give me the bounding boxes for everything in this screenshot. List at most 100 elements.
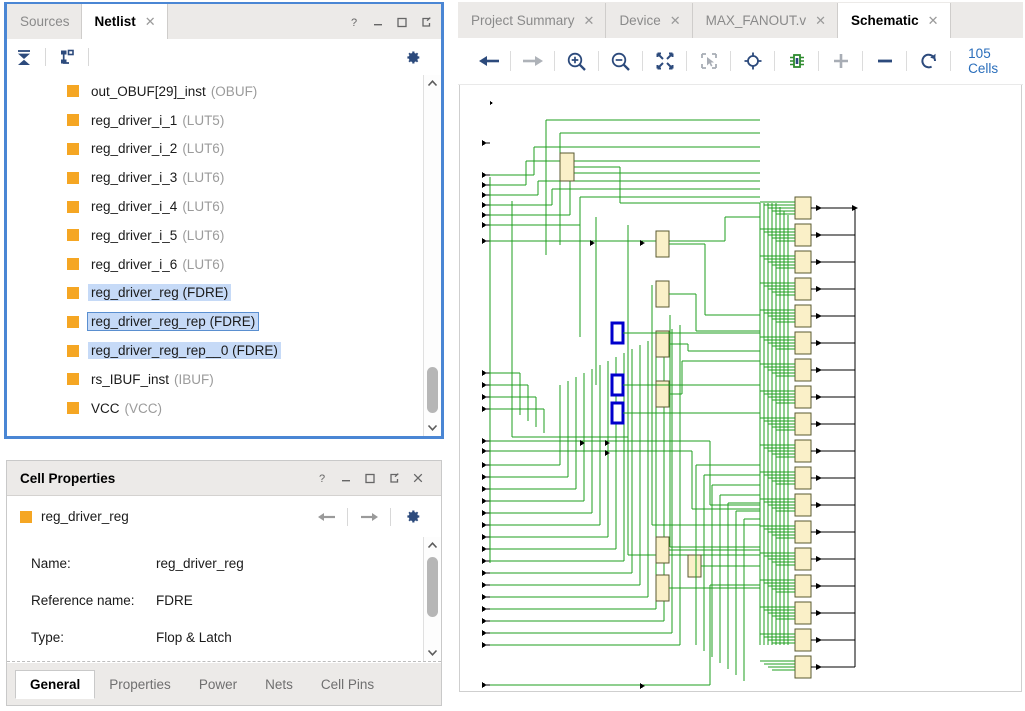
maximize-icon[interactable]	[363, 472, 376, 485]
netlist-tree[interactable]: out_OBUF[29]_inst (OBUF) reg_driver_i_1 (L…	[7, 75, 441, 436]
tab-max-fanout-v[interactable]: MAX_FANOUT.v ✕	[692, 3, 839, 38]
list-item-name: VCC	[91, 400, 120, 416]
list-item-name: rs_IBUF_inst	[91, 371, 170, 387]
list-item-ref: (LUT6)	[182, 227, 225, 243]
scroll-up-icon[interactable]	[424, 537, 441, 554]
add-cells-icon[interactable]	[824, 45, 857, 77]
netlist-window-buttons: ?	[347, 4, 441, 39]
list-item-selected[interactable]: reg_driver_reg_rep__0 (FDRE)	[7, 336, 423, 365]
tab-schematic-label: Schematic	[851, 13, 919, 28]
close-icon[interactable]: ✕	[145, 14, 156, 30]
help-icon[interactable]: ?	[315, 472, 328, 485]
tab-project-summary[interactable]: Project Summary ✕	[458, 3, 607, 38]
netlist-panel: Sources Netlist ✕ ? out_OBUF[29]_inst (O…	[4, 2, 444, 439]
list-item[interactable]: reg_driver_i_4 (LUT6)	[7, 192, 423, 221]
close-icon[interactable]: ✕	[584, 13, 595, 29]
schematic-tabbar-filler	[950, 3, 1023, 38]
expand-cell-icon[interactable]	[780, 45, 813, 77]
scroll-thumb[interactable]	[427, 557, 438, 617]
maximize-icon[interactable]	[395, 15, 408, 28]
list-item-selected[interactable]: reg_driver_reg (FDRE)	[7, 279, 423, 308]
list-item[interactable]: reg_driver_i_3 (LUT6)	[7, 163, 423, 192]
list-item-ref: (IBUF)	[174, 371, 214, 387]
forward-arrow-icon[interactable]	[352, 502, 386, 532]
schematic-canvas[interactable]	[459, 85, 1022, 692]
cell-icon	[67, 258, 79, 271]
cell-properties-header: reg_driver_reg	[7, 496, 441, 538]
cell-icon	[20, 510, 32, 523]
toolbar-separator	[730, 51, 732, 71]
nav-separator-2	[390, 507, 391, 526]
scroll-up-icon[interactable]	[424, 75, 441, 92]
scroll-down-icon[interactable]	[424, 419, 441, 436]
tab-max-fanout-v-label: MAX_FANOUT.v	[705, 13, 807, 28]
list-item-selected-focused[interactable]: reg_driver_reg_rep (FDRE)	[7, 307, 423, 336]
list-item-name: reg_driver_i_6	[91, 256, 178, 272]
tab-power[interactable]: Power	[185, 671, 251, 698]
tab-netlist[interactable]: Netlist ✕	[81, 4, 168, 39]
page-title: Cell Properties	[20, 470, 116, 486]
zoom-in-icon[interactable]	[560, 45, 593, 77]
cell-icon	[67, 142, 79, 155]
zoom-out-icon[interactable]	[604, 45, 637, 77]
toolbar-separator	[686, 51, 688, 71]
scroll-down-icon[interactable]	[424, 644, 441, 661]
tab-general[interactable]: General	[15, 669, 96, 699]
forward-arrow-icon[interactable]	[516, 45, 549, 77]
list-item-ref: (OBUF)	[210, 83, 258, 99]
zoom-fit-icon[interactable]	[648, 45, 681, 77]
list-item[interactable]: VCC (VCC)	[7, 394, 423, 423]
minimize-icon[interactable]	[339, 472, 352, 485]
zoom-area-icon[interactable]	[692, 45, 725, 77]
netlist-tabbar: Sources Netlist ✕ ?	[7, 4, 441, 39]
close-icon[interactable]	[411, 472, 424, 485]
list-item[interactable]: reg_driver_i_1 (LUT5)	[7, 106, 423, 135]
expand-hierarchy-icon[interactable]	[50, 42, 84, 72]
list-item-name: reg_driver_reg (FDRE)	[91, 285, 229, 301]
list-item-ref: (VCC)	[124, 400, 163, 416]
tab-nets[interactable]: Nets	[251, 671, 307, 698]
cell-icon	[67, 286, 79, 299]
netlist-settings-gear-icon[interactable]	[395, 42, 429, 72]
back-arrow-icon[interactable]	[472, 45, 505, 77]
tab-properties[interactable]: Properties	[95, 671, 185, 698]
minimize-icon[interactable]	[371, 15, 384, 28]
netlist-tree-rows: out_OBUF[29]_inst (OBUF) reg_driver_i_1 (L…	[7, 77, 423, 423]
float-icon[interactable]	[419, 15, 432, 28]
cell-icon	[67, 229, 79, 242]
close-icon[interactable]: ✕	[928, 13, 939, 29]
collapse-all-icon[interactable]	[7, 42, 41, 72]
toolbar-separator	[950, 51, 952, 71]
toolbar-separator	[45, 48, 46, 66]
close-icon[interactable]: ✕	[670, 13, 681, 29]
toolbar-separator	[862, 51, 864, 71]
cell-properties-gear-icon[interactable]	[395, 502, 429, 532]
list-item-name: reg_driver_i_5	[91, 227, 178, 243]
netlist-vertical-scrollbar[interactable]	[423, 75, 441, 436]
center-view-icon[interactable]	[736, 45, 769, 77]
property-key: Name:	[31, 556, 71, 571]
reload-icon[interactable]	[912, 45, 945, 77]
float-icon[interactable]	[387, 472, 400, 485]
toolbar-separator	[818, 51, 820, 71]
tab-cell-pins[interactable]: Cell Pins	[307, 671, 388, 698]
back-arrow-icon[interactable]	[309, 502, 343, 532]
help-icon[interactable]: ?	[347, 15, 360, 28]
tab-device[interactable]: Device ✕	[606, 3, 693, 38]
close-icon[interactable]: ✕	[815, 13, 826, 29]
cell-count-label: 105 Cells	[968, 46, 999, 76]
toolbar-separator-2	[88, 48, 89, 66]
tab-sources[interactable]: Sources	[7, 4, 82, 39]
list-item[interactable]: reg_driver_i_6 (LUT6)	[7, 250, 423, 279]
list-item[interactable]: reg_driver_i_2 (LUT6)	[7, 135, 423, 164]
selected-cell-name: reg_driver_reg	[41, 509, 129, 524]
tab-schematic[interactable]: Schematic ✕	[838, 3, 951, 38]
remove-cells-icon[interactable]	[868, 45, 901, 77]
cell-properties-scrollbar[interactable]	[423, 537, 441, 661]
cell-icon	[67, 200, 79, 213]
list-item[interactable]: reg_driver_i_5 (LUT6)	[7, 221, 423, 250]
list-item[interactable]: out_OBUF[29]_inst (OBUF)	[7, 77, 423, 106]
list-item[interactable]: rs_IBUF_inst (IBUF)	[7, 365, 423, 394]
scroll-thumb[interactable]	[427, 367, 438, 413]
cell-properties-nav	[309, 502, 429, 532]
